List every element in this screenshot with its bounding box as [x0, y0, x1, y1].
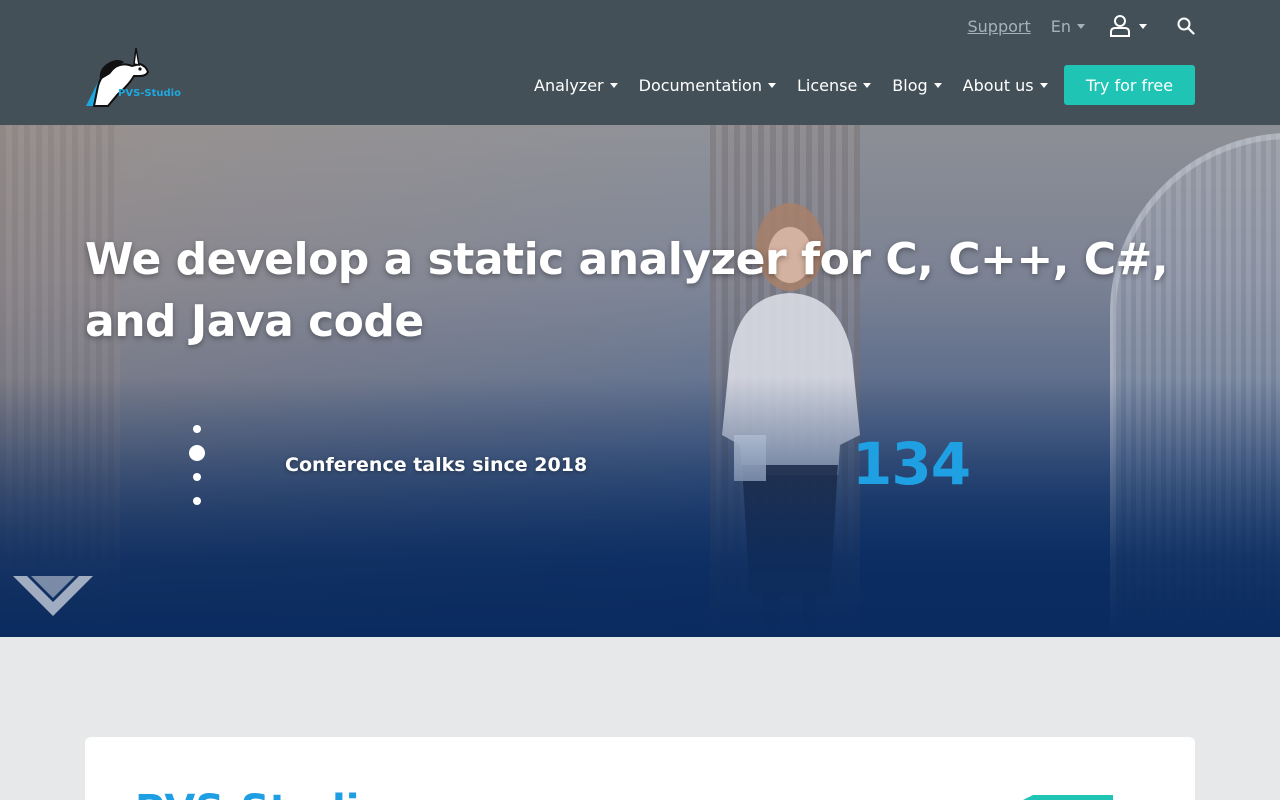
slider-dot[interactable] — [193, 425, 201, 433]
content-card: PVS-Studio — [85, 737, 1195, 800]
nav-item-analyzer[interactable]: Analyzer — [534, 76, 618, 95]
user-icon — [1110, 15, 1130, 37]
slider-dot[interactable] — [193, 473, 201, 481]
scroll-down-icon[interactable] — [13, 576, 93, 618]
logo-text: PVS-Studio — [118, 88, 181, 99]
support-link[interactable]: Support — [968, 17, 1031, 36]
language-selector[interactable]: En — [1051, 17, 1085, 36]
nav-item-documentation[interactable]: Documentation — [639, 76, 776, 95]
main-nav: Analyzer Documentation License Blog Abou… — [534, 74, 1069, 96]
card-title: PVS-Studio — [135, 787, 387, 800]
nav-item-label: About us — [962, 75, 1034, 95]
nav-item-label: Analyzer — [534, 75, 604, 95]
chevron-down-icon — [767, 82, 776, 88]
account-menu[interactable] — [1109, 14, 1147, 38]
nav-item-license[interactable]: License — [796, 75, 872, 95]
nav-item-label: License — [796, 75, 858, 95]
slider-dot[interactable] — [193, 497, 201, 505]
hero-headline: We develop a static analyzer for C, C++,… — [85, 234, 1169, 347]
nav-item-blog[interactable]: Blog — [892, 75, 942, 95]
chevron-down-icon — [609, 82, 618, 88]
chevron-down-icon — [863, 82, 872, 88]
language-label: En — [1050, 16, 1071, 36]
search-icon — [1177, 17, 1195, 35]
try-for-free-button[interactable]: Try for free — [1064, 65, 1195, 105]
nav-item-about-us[interactable]: About us — [963, 76, 1048, 95]
stat-label: Conference talks since 2018 — [285, 454, 588, 476]
chevron-down-icon — [933, 82, 942, 88]
slider-dot-active[interactable] — [189, 445, 205, 461]
utility-bar: Support En — [968, 12, 1196, 40]
site-header: Support En PVS-Studio Analyzer Documenta… — [0, 0, 1280, 125]
chevron-down-icon — [1077, 23, 1085, 29]
nav-item-label: Blog — [892, 75, 928, 95]
search-button[interactable] — [1177, 17, 1195, 35]
hero-section: We develop a static analyzer for C, C++,… — [0, 125, 1280, 637]
stat-value: 134 — [852, 430, 971, 498]
decorative-shape — [1023, 795, 1113, 800]
slider-pagination — [189, 425, 205, 509]
chevron-down-icon — [1039, 82, 1048, 88]
nav-item-label: Documentation — [638, 75, 762, 95]
chevron-down-icon — [1139, 23, 1147, 29]
